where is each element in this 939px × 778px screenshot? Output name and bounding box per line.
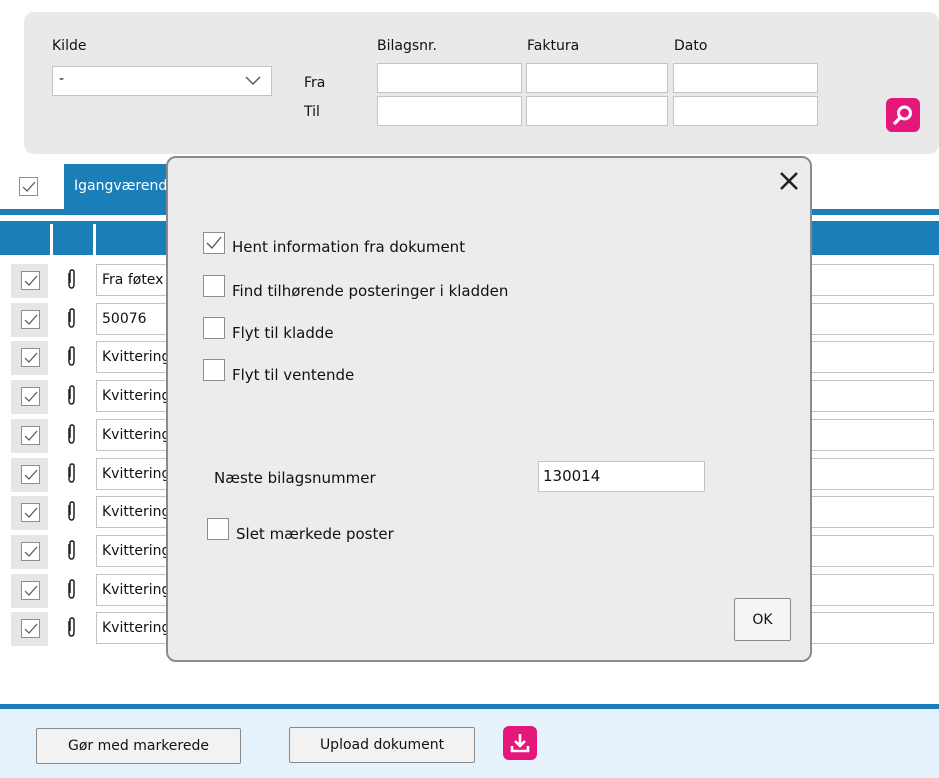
mark-selected-button[interactable]: Gør med markerede: [36, 728, 241, 764]
check-icon: [24, 352, 38, 363]
paperclip-icon[interactable]: [65, 617, 77, 643]
check-icon: [24, 546, 38, 557]
delete-marked-checkbox[interactable]: [207, 518, 229, 540]
row-checkbox-cell: [11, 303, 48, 337]
flyt-til-ventende-checkbox[interactable]: [203, 359, 225, 381]
chevron-down-icon: [245, 74, 261, 90]
paperclip-icon[interactable]: [65, 463, 77, 489]
row-checkbox[interactable]: [21, 542, 40, 561]
flyt-til-ventende-label: Flyt til ventende: [232, 366, 355, 384]
check-icon: [22, 181, 36, 192]
find-posteringer-checkbox[interactable]: [203, 275, 225, 297]
find-posteringer-label: Find tilhørende posteringer i kladden: [232, 282, 509, 300]
header-separator: [93, 224, 96, 258]
bilagsnr-from-input[interactable]: [377, 63, 522, 93]
check-icon: [24, 623, 38, 634]
search-icon: [893, 105, 912, 125]
kilde-label: Kilde: [52, 38, 87, 54]
row-checkbox[interactable]: [21, 619, 40, 638]
dato-to-input[interactable]: [673, 96, 818, 126]
delete-marked-label: Slet mærkede poster: [236, 525, 394, 543]
bilagsnr-to-input[interactable]: [377, 96, 522, 126]
header-separator: [50, 224, 53, 258]
paperclip-icon[interactable]: [65, 269, 77, 295]
row-checkbox[interactable]: [21, 503, 40, 522]
row-checkbox[interactable]: [21, 271, 40, 290]
row-checkbox-cell: [11, 535, 48, 569]
download-button[interactable]: [503, 726, 537, 760]
flyt-til-kladde-checkbox[interactable]: [203, 317, 225, 339]
ok-button[interactable]: OK: [734, 598, 791, 641]
kilde-select[interactable]: -: [52, 66, 272, 96]
paperclip-icon[interactable]: [65, 424, 77, 450]
check-icon: [24, 391, 38, 402]
check-icon: [24, 469, 38, 480]
tab-igangvaerende[interactable]: Igangværende: [64, 164, 168, 209]
close-icon: [780, 172, 798, 190]
select-all-checkbox[interactable]: [19, 177, 38, 196]
faktura-label: Faktura: [527, 38, 580, 54]
bilagsnr-label: Bilagsnr.: [377, 38, 437, 54]
check-icon: [206, 236, 222, 249]
faktura-to-input[interactable]: [526, 96, 668, 126]
row-checkbox[interactable]: [21, 387, 40, 406]
dato-label: Dato: [674, 38, 708, 54]
paperclip-icon[interactable]: [65, 385, 77, 411]
check-icon: [24, 507, 38, 518]
row-checkbox[interactable]: [21, 310, 40, 329]
next-number-input[interactable]: 130014: [538, 461, 705, 492]
row-checkbox-cell: [11, 612, 48, 646]
search-button[interactable]: [886, 98, 920, 132]
paperclip-icon[interactable]: [65, 346, 77, 372]
row-checkbox[interactable]: [21, 426, 40, 445]
dato-from-input[interactable]: [673, 63, 818, 93]
download-icon: [510, 734, 530, 753]
row-checkbox-cell: [11, 574, 48, 608]
next-number-label: Næste bilagsnummer: [214, 469, 376, 487]
from-label: Fra: [304, 75, 326, 91]
close-button[interactable]: [778, 170, 800, 196]
upload-document-button[interactable]: Upload dokument: [289, 727, 475, 763]
faktura-from-input[interactable]: [526, 63, 668, 93]
row-checkbox-cell: [11, 341, 48, 375]
row-checkbox-cell: [11, 458, 48, 492]
paperclip-icon[interactable]: [65, 501, 77, 527]
row-checkbox-cell: [11, 419, 48, 453]
to-label: Til: [304, 104, 320, 120]
paperclip-icon[interactable]: [65, 540, 77, 566]
hent-information-checkbox[interactable]: [203, 232, 225, 254]
paperclip-icon[interactable]: [65, 579, 77, 605]
row-checkbox[interactable]: [21, 348, 40, 367]
row-checkbox[interactable]: [21, 465, 40, 484]
check-icon: [24, 275, 38, 286]
check-icon: [24, 314, 38, 325]
kilde-select-value: -: [59, 71, 65, 87]
check-icon: [24, 585, 38, 596]
row-checkbox-cell: [11, 496, 48, 530]
hent-information-label: Hent information fra dokument: [232, 238, 466, 256]
flyt-til-kladde-label: Flyt til kladde: [232, 324, 334, 342]
row-checkbox-cell: [11, 380, 48, 414]
check-icon: [24, 430, 38, 441]
row-checkbox-cell: [11, 264, 48, 298]
row-checkbox[interactable]: [21, 581, 40, 600]
paperclip-icon[interactable]: [65, 308, 77, 334]
action-dialog: Hent information fra dokument Find tilhø…: [166, 156, 812, 662]
